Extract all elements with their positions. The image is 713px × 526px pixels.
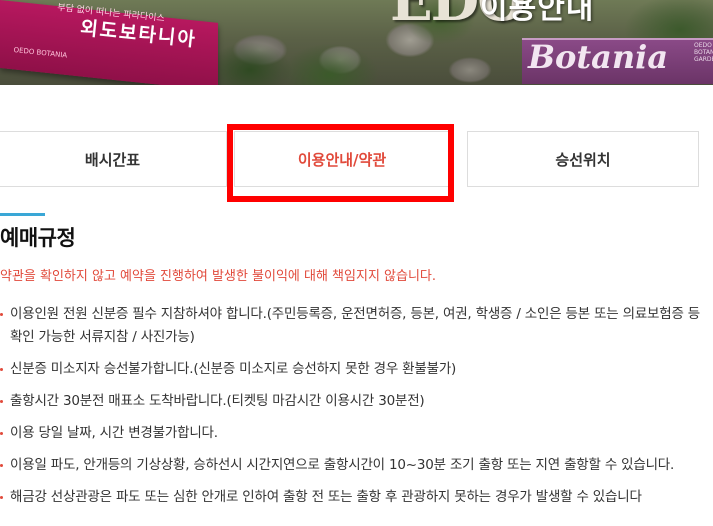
hero-purple-sign-small: OEDO BOTANIA GARDEN	[694, 42, 713, 63]
bullet-icon	[0, 496, 3, 499]
bullet-icon	[0, 313, 3, 316]
rule-text: 이용인원 전원 신분증 필수 지참하셔야 합니다.(주민등록증, 운전면허증, …	[10, 306, 701, 345]
list-item: 해금강 선상관광은 파도 또는 심한 안개로 인하여 출항 전 또는 출항 후 …	[0, 486, 705, 509]
bullet-icon	[0, 368, 3, 371]
bullet-icon	[0, 400, 3, 403]
tab-timetable[interactable]: 배시간표	[0, 131, 227, 187]
list-item: 신분증 미소지자 승선불가합니다.(신분증 미소지로 승선하지 못한 경우 환불…	[0, 358, 705, 381]
bullet-icon	[0, 432, 3, 435]
rule-text: 신분증 미소지자 승선불가합니다.(신분증 미소지로 승선하지 못한 경우 환불…	[10, 361, 457, 377]
section-accent-line	[0, 213, 45, 216]
tab-label: 이용안내/약관	[297, 150, 387, 169]
rule-text: 해금강 선상관광은 파도 또는 심한 안개로 인하여 출항 전 또는 출항 후 …	[10, 489, 642, 505]
rule-text: 이용 당일 날짜, 시간 변경불가합니다.	[10, 425, 218, 441]
tab-label: 배시간표	[84, 150, 141, 169]
hero-purple-sign-text: Botania	[528, 38, 669, 76]
rule-text: 출항시간 30분전 매표소 도착바랍니다.(티켓팅 마감시간 이용시간 30분전…	[10, 393, 425, 409]
tab-usage-terms[interactable]: 이용안내/약관	[234, 131, 450, 187]
tab-label: 승선위치	[555, 150, 611, 169]
rule-text: 이용일 파도, 안개등의 기상상황, 승하선시 시간지연으로 출항시간이 10~…	[10, 457, 675, 473]
list-item: 이용 당일 날짜, 시간 변경불가합니다.	[0, 422, 705, 445]
warning-text: 약관을 확인하지 않고 예약을 진행하여 발생한 불이익에 대해 책임지지 않습…	[0, 269, 437, 284]
bullet-icon	[0, 464, 3, 467]
rules-list: 이용인원 전원 신분증 필수 지참하셔야 합니다.(주민등록증, 운전면허증, …	[0, 303, 705, 518]
list-item: 출항시간 30분전 매표소 도착바랍니다.(티켓팅 마감시간 이용시간 30분전…	[0, 390, 705, 413]
hero-banner: EDO 부담 없이 떠나는 파라다이스 외도보타니아 OEDO BOTANIA …	[0, 0, 713, 85]
tab-boarding-location[interactable]: 승선위치	[467, 131, 699, 187]
section-title: 예매규정	[0, 226, 76, 250]
list-item: 이용인원 전원 신분증 필수 지참하셔야 합니다.(주민등록증, 운전면허증, …	[0, 303, 705, 349]
tab-bar: 배시간표 이용안내/약관 승선위치	[0, 131, 713, 187]
page-title: 이용안내	[480, 0, 595, 26]
list-item: 이용일 파도, 안개등의 기상상황, 승하선시 시간지연으로 출항시간이 10~…	[0, 454, 705, 477]
